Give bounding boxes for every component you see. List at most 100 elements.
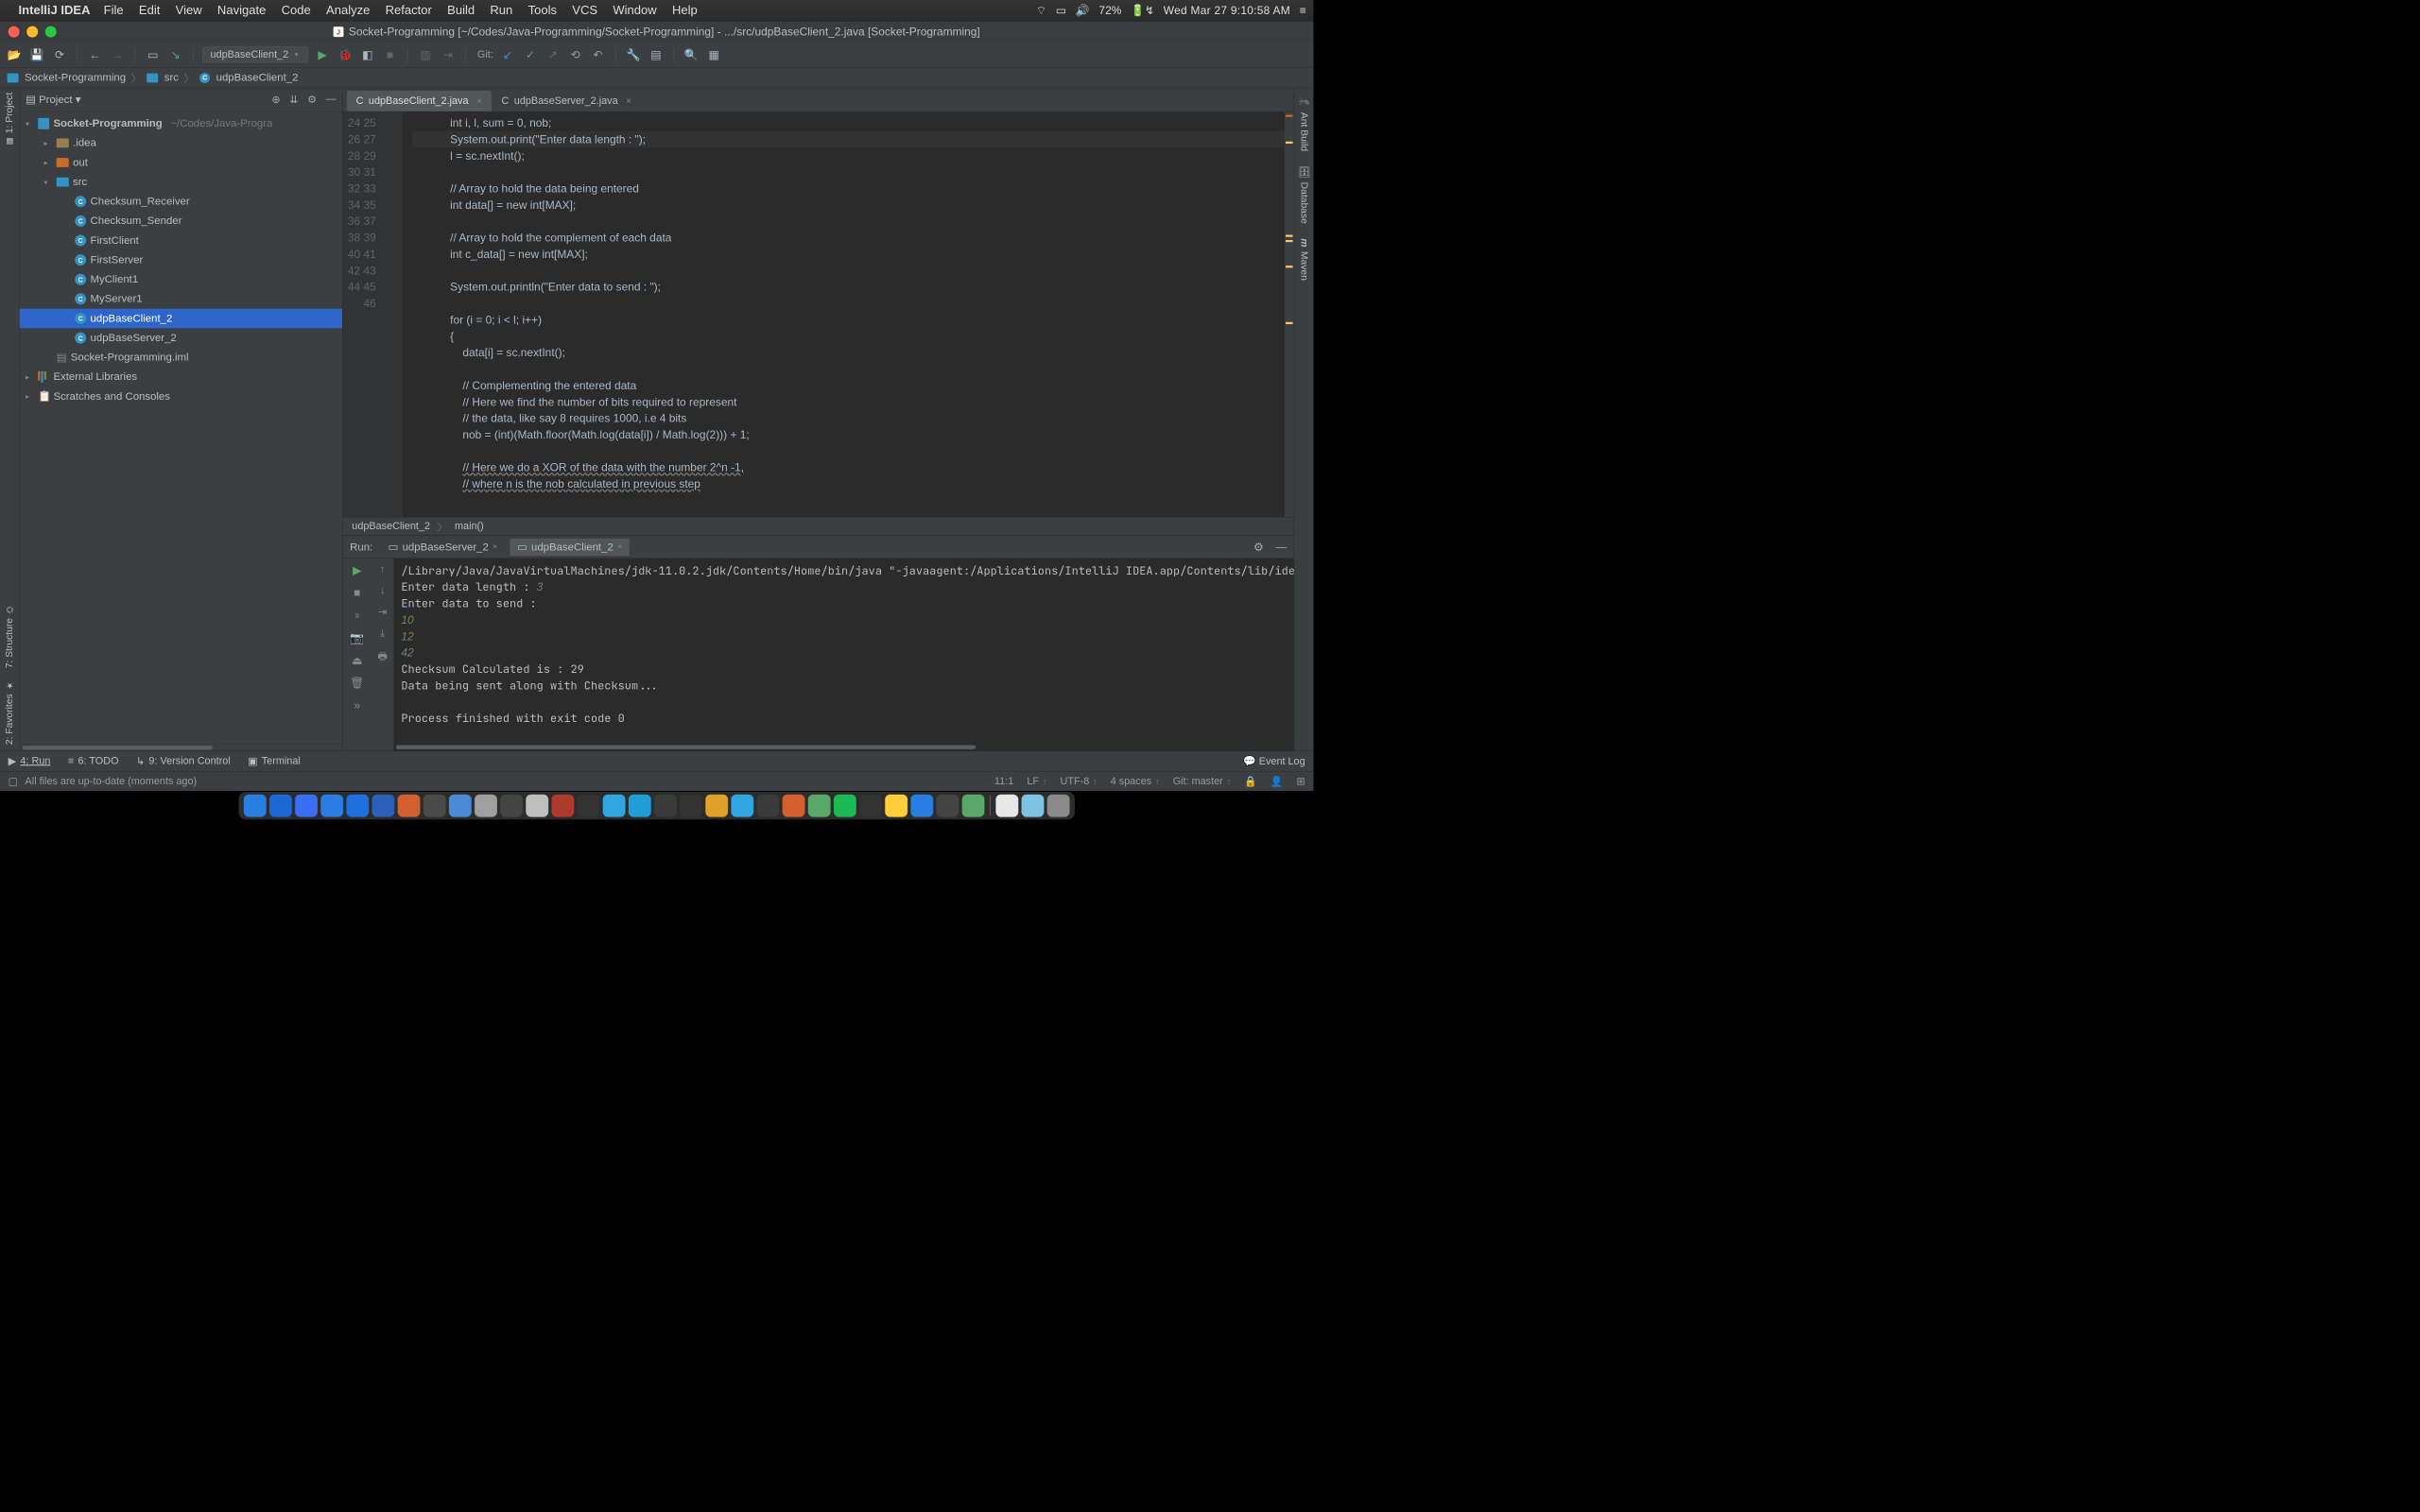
more-icon[interactable]: » bbox=[354, 699, 360, 713]
print-icon[interactable]: 🖶 bbox=[377, 649, 387, 666]
open-icon[interactable]: 📂 bbox=[7, 46, 23, 62]
dump-icon[interactable]: 📷 bbox=[350, 631, 364, 644]
scroll-end-icon[interactable]: ⤓ bbox=[380, 627, 385, 639]
crumb-method[interactable]: main() bbox=[455, 521, 484, 532]
debug-icon[interactable]: 🐞 bbox=[337, 46, 353, 62]
dock-app-22[interactable] bbox=[808, 795, 831, 817]
dock-app-18[interactable] bbox=[705, 795, 728, 817]
macos-dock[interactable] bbox=[238, 792, 1075, 819]
editor-fold-gutter[interactable] bbox=[384, 112, 403, 517]
battery-icon[interactable]: 🔋↯ bbox=[1131, 4, 1154, 17]
run-tool-button[interactable]: ▶ 4: Run bbox=[9, 755, 51, 768]
sync-icon[interactable]: ⟳ bbox=[51, 46, 67, 62]
maven-tool-button[interactable]: mMaven bbox=[1298, 238, 1309, 280]
editor-tab-2[interactable]: CudpBaseServer_2.java× bbox=[493, 91, 641, 112]
dock-app-2[interactable] bbox=[295, 795, 318, 817]
breadcrumb-root[interactable]: Socket-Programming bbox=[25, 72, 126, 84]
tree-file-udpBaseClient_2[interactable]: CudpBaseClient_2 bbox=[20, 309, 342, 329]
build-icon[interactable]: ▭ bbox=[145, 46, 161, 62]
menu-analyze[interactable]: Analyze bbox=[326, 4, 370, 18]
hide-run-icon[interactable]: — bbox=[1276, 541, 1287, 553]
structure-tool-button[interactable]: 7: Structure⌬ bbox=[4, 605, 15, 668]
project-structure-icon[interactable]: ▤ bbox=[648, 46, 664, 62]
inspector-icon[interactable]: 👤 bbox=[1270, 775, 1284, 788]
run-tab-1[interactable]: ▭ udpBaseServer_2 × bbox=[381, 539, 505, 556]
code-editor[interactable]: 24 25 26 27 28 29 30 31 32 33 34 35 36 3… bbox=[343, 112, 1294, 517]
coverage-icon[interactable]: ◧ bbox=[359, 46, 375, 62]
event-log-button[interactable]: 💬 Event Log bbox=[1243, 755, 1305, 768]
run-icon[interactable]: ▶ bbox=[314, 46, 330, 62]
dock-app-7[interactable] bbox=[424, 795, 446, 817]
menu-extra-icon[interactable]: ≡ bbox=[1300, 4, 1306, 17]
dock-app-9[interactable] bbox=[475, 795, 497, 817]
dock-app-4[interactable] bbox=[346, 795, 369, 817]
dock-app-24[interactable] bbox=[859, 795, 882, 817]
editor-gutter[interactable]: 24 25 26 27 28 29 30 31 32 33 34 35 36 3… bbox=[343, 112, 384, 517]
dock-app-30[interactable] bbox=[1022, 795, 1045, 817]
menu-file[interactable]: File bbox=[104, 4, 124, 18]
dock-app-25[interactable] bbox=[885, 795, 908, 817]
tree-scratches[interactable]: ▸📋Scratches and Consoles bbox=[20, 387, 342, 406]
tree-iml-file[interactable]: ▤Socket-Programming.iml bbox=[20, 348, 342, 368]
volume-icon[interactable]: 🔊 bbox=[1076, 4, 1090, 17]
menu-code[interactable]: Code bbox=[282, 4, 311, 18]
close-icon[interactable]: × bbox=[617, 542, 622, 552]
todo-tool-button[interactable]: ≡ 6: TODO bbox=[68, 755, 119, 766]
run-configuration-selector[interactable]: udpBaseClient_2 bbox=[202, 46, 307, 62]
app-name[interactable]: IntelliJ IDEA bbox=[19, 4, 91, 18]
forward-icon[interactable]: → bbox=[110, 46, 126, 62]
indent-setting[interactable]: 4 spaces bbox=[1111, 776, 1160, 787]
close-tab-icon[interactable]: × bbox=[626, 95, 631, 106]
settings-icon[interactable]: 🔧 bbox=[625, 46, 641, 62]
attach-icon[interactable]: ⇥ bbox=[440, 46, 456, 62]
dock-app-23[interactable] bbox=[834, 795, 856, 817]
project-tool-button[interactable]: ▦1: Project bbox=[4, 93, 15, 147]
project-tree[interactable]: ▾Socket-Programming~/Codes/Java-Progra ▸… bbox=[20, 112, 342, 744]
tree-folder-idea[interactable]: ▸.idea bbox=[20, 133, 342, 153]
window-zoom-button[interactable] bbox=[45, 26, 57, 38]
tree-file-FirstClient[interactable]: CFirstClient bbox=[20, 231, 342, 250]
git-revert-icon[interactable]: ↶ bbox=[590, 46, 606, 62]
git-commit-icon[interactable]: ✓ bbox=[522, 46, 538, 62]
run-settings-icon[interactable]: ⚙ bbox=[1253, 541, 1264, 554]
dock-app-29[interactable] bbox=[995, 795, 1018, 817]
menu-edit[interactable]: Edit bbox=[139, 4, 160, 18]
wifi-icon[interactable]: ⌔ bbox=[1036, 4, 1046, 18]
search-everywhere-icon[interactable]: 🔍 bbox=[683, 46, 700, 62]
menu-run[interactable]: Run bbox=[490, 4, 512, 18]
favorites-tool-button[interactable]: 2: Favorites★ bbox=[4, 680, 15, 745]
rerun-icon[interactable]: ▶ bbox=[353, 563, 361, 576]
crumb-class[interactable]: udpBaseClient_2 bbox=[352, 521, 430, 532]
dock-app-13[interactable] bbox=[578, 795, 600, 817]
breadcrumb-file[interactable]: udpBaseClient_2 bbox=[216, 72, 299, 84]
menu-help[interactable]: Help bbox=[672, 4, 698, 18]
exit-icon[interactable]: ⏏ bbox=[352, 654, 362, 667]
soft-wrap-icon[interactable]: ⇥ bbox=[378, 606, 387, 619]
tree-file-udpBaseServer_2[interactable]: CudpBaseServer_2 bbox=[20, 328, 342, 348]
menu-refactor[interactable]: Refactor bbox=[386, 4, 432, 18]
dock-app-17[interactable] bbox=[680, 795, 702, 817]
trash-icon[interactable]: 🗑 bbox=[350, 677, 364, 690]
git-history-icon[interactable]: ⟲ bbox=[567, 46, 583, 62]
dock-app-19[interactable] bbox=[731, 795, 753, 817]
ide-features-icon[interactable]: ▦ bbox=[705, 46, 721, 62]
locate-icon[interactable]: ⊕ bbox=[271, 94, 280, 107]
pause-icon[interactable]: ⏸ bbox=[354, 609, 360, 622]
dock-app-6[interactable] bbox=[398, 795, 421, 817]
vcs-tool-button[interactable]: ↳ 9: Version Control bbox=[136, 755, 231, 768]
dock-app-14[interactable] bbox=[603, 795, 626, 817]
dock-app-21[interactable] bbox=[783, 795, 805, 817]
tree-folder-src[interactable]: ▾src bbox=[20, 172, 342, 192]
down-icon[interactable]: ↓ bbox=[380, 585, 385, 596]
tree-file-Checksum_Sender[interactable]: CChecksum_Sender bbox=[20, 212, 342, 232]
run-console[interactable]: /Library/Java/JavaVirtualMachines/jdk-11… bbox=[394, 558, 1294, 751]
project-hscrollbar[interactable] bbox=[20, 744, 342, 751]
editor-content[interactable]: int i, l, sum = 0, nob; System.out.print… bbox=[402, 112, 1293, 517]
tree-file-Checksum_Receiver[interactable]: CChecksum_Receiver bbox=[20, 192, 342, 212]
git-push-icon[interactable]: ↗ bbox=[544, 46, 561, 62]
dock-app-31[interactable] bbox=[1047, 795, 1070, 817]
dock-app-10[interactable] bbox=[500, 795, 523, 817]
line-separator[interactable]: LF bbox=[1027, 776, 1046, 787]
window-close-button[interactable] bbox=[9, 26, 20, 38]
dock-app-8[interactable] bbox=[449, 795, 472, 817]
